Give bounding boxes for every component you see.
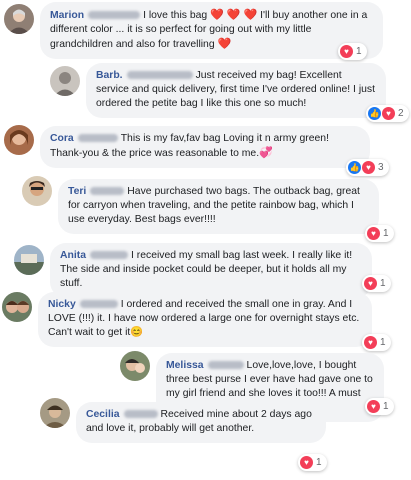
blurred-surname: [90, 187, 125, 196]
comment-bubble: Nicky I ordered and received the small on…: [38, 292, 372, 347]
commenter-name[interactable]: Marion: [50, 10, 84, 21]
reaction-count: 1: [356, 45, 362, 57]
reaction-count: 1: [316, 456, 322, 468]
reaction-count: 2: [398, 107, 404, 119]
smile-emoji: 😊: [130, 327, 144, 338]
reactions-summary[interactable]: ♥ 1: [338, 43, 367, 60]
reactions-summary[interactable]: ♥ 1: [362, 275, 391, 292]
avatar[interactable]: [4, 4, 34, 34]
comment-bubble: Cecilia Received mine about 2 days ago an…: [76, 402, 326, 443]
reaction-count: 1: [380, 277, 386, 289]
comment-bubble: Marion I love this bag ❤️ ❤️ ❤️ I'll buy …: [40, 2, 383, 59]
heart-icon: ♥: [382, 107, 395, 120]
like-icon: 👍: [368, 107, 381, 120]
heart-emoji: ❤️ ❤️ ❤️: [210, 9, 258, 21]
reaction-count: 1: [383, 227, 389, 239]
avatar[interactable]: [2, 292, 32, 322]
reactions-summary[interactable]: 👍 ♥ 2: [366, 105, 409, 122]
commenter-name[interactable]: Anita: [60, 250, 86, 261]
commenter-name[interactable]: Teri: [68, 186, 86, 197]
heart-icon: ♥: [300, 456, 313, 469]
avatar[interactable]: [120, 351, 150, 381]
blurred-surname: [89, 251, 128, 260]
heart-icon: ♥: [362, 161, 375, 174]
reaction-count: 1: [380, 336, 386, 348]
reactions-summary[interactable]: ♥ 1: [362, 334, 391, 351]
commenter-name[interactable]: Nicky: [48, 299, 76, 310]
comment-bubble: Barb. Just received my bag! Excellent ser…: [86, 63, 386, 118]
heart-icon: ♥: [367, 400, 380, 413]
blurred-surname: [77, 134, 118, 143]
avatar[interactable]: [40, 398, 70, 428]
comment-bubble: Teri Have purchased two bags. The outback…: [58, 179, 379, 234]
comment-bubble: Cora This is my fav,fav bag Loving it n a…: [40, 126, 370, 168]
commenter-name[interactable]: Cecilia: [86, 409, 120, 420]
heart-icon: ♥: [364, 336, 377, 349]
heart-icon: ♥: [340, 45, 353, 58]
avatar[interactable]: [14, 245, 44, 275]
heart-icon: ♥: [367, 227, 380, 240]
reaction-count: 3: [378, 161, 384, 173]
comment-text: I love this bag: [143, 10, 208, 21]
reactions-summary[interactable]: ♥ 1: [298, 454, 327, 471]
comment-bubble: Anita I received my small bag last week. …: [50, 243, 372, 298]
commenter-name[interactable]: Melissa: [166, 360, 204, 371]
blurred-surname: [126, 71, 193, 80]
reaction-count: 1: [383, 400, 389, 412]
avatar[interactable]: [50, 66, 80, 96]
avatar[interactable]: [22, 176, 52, 206]
reactions-summary[interactable]: ♥ 1: [365, 398, 394, 415]
heart-emoji: 💞: [259, 147, 273, 159]
blurred-surname: [88, 11, 141, 20]
blurred-surname: [123, 410, 158, 419]
heart-emoji: ❤️: [217, 38, 232, 50]
reactions-summary[interactable]: 👍 ♥ 3: [346, 159, 389, 176]
commenter-name[interactable]: Cora: [50, 133, 74, 144]
blurred-surname: [207, 361, 244, 370]
commenter-name[interactable]: Barb.: [96, 70, 123, 81]
like-icon: 👍: [348, 161, 361, 174]
reactions-summary[interactable]: ♥ 1: [365, 225, 394, 242]
heart-icon: ♥: [364, 277, 377, 290]
blurred-surname: [79, 300, 118, 309]
avatar[interactable]: [4, 125, 34, 155]
